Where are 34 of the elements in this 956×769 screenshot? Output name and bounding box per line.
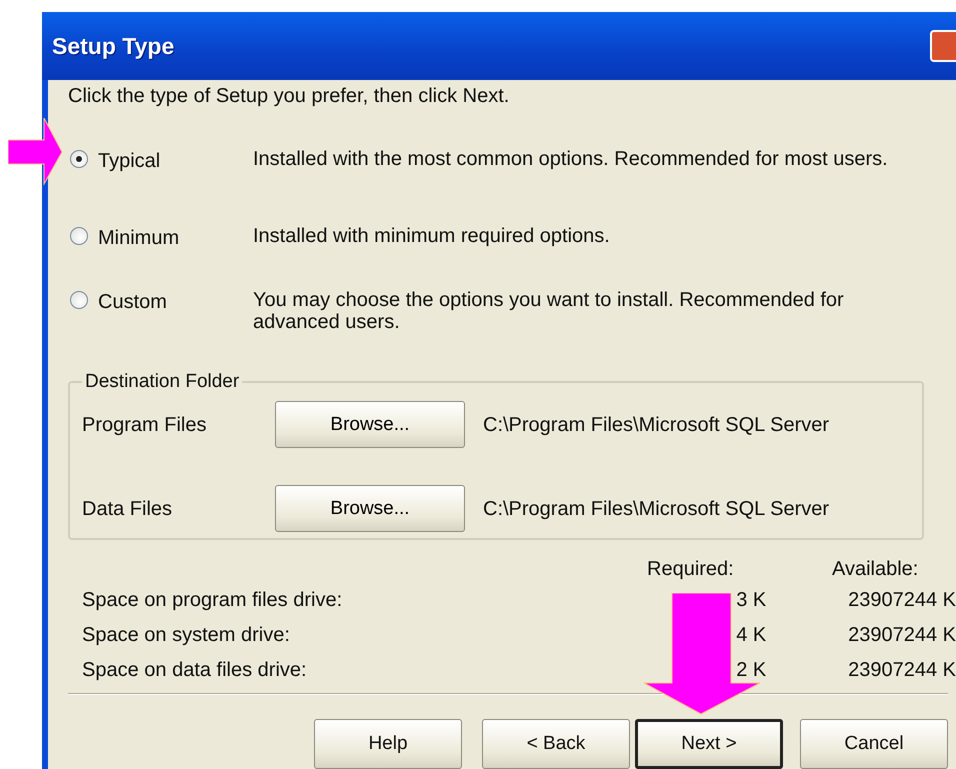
option-label[interactable]: Minimum	[88, 227, 253, 249]
required-value: 4 K	[735, 624, 766, 646]
window-title: Setup Type	[52, 35, 174, 57]
radio-button[interactable]	[70, 150, 88, 168]
field-label: Data Files	[82, 498, 174, 520]
option-description: Installed with the most common options. Recommended for most users.	[253, 148, 889, 170]
instruction-text: Click the type of Setup you prefer, then click Next.	[68, 85, 510, 107]
available-value: 23907244 K	[847, 624, 956, 646]
row-label: Space on program files drive:	[82, 589, 344, 611]
available-value: 23907244 K	[847, 659, 956, 681]
browse-button[interactable]: Browse...	[275, 401, 465, 448]
folder-path: C:\Program Files\Microsoft SQL Server	[483, 414, 830, 436]
dialog-button[interactable]: < Back	[482, 719, 630, 769]
required-value: 2 K	[735, 659, 766, 681]
radio-button[interactable]	[70, 291, 88, 309]
required-value: 3 K	[735, 589, 766, 611]
dialog-button[interactable]: Help	[314, 719, 462, 769]
close-button[interactable]	[930, 30, 956, 62]
row-label: Space on system drive:	[82, 624, 291, 646]
browse-button[interactable]: Browse...	[275, 485, 465, 532]
available-value: 23907244 K	[847, 589, 956, 611]
column-header: Available:	[832, 558, 918, 580]
field-label: Program Files	[82, 414, 208, 436]
row-label: Space on data files drive:	[82, 659, 308, 681]
dialog-button[interactable]: Cancel	[800, 719, 948, 769]
option-description: Installed with minimum required options.	[253, 225, 611, 247]
dialog-button[interactable]: Next >	[635, 719, 783, 769]
option-label[interactable]: Typical	[88, 150, 253, 172]
folder-path: C:\Program Files\Microsoft SQL Server	[483, 498, 830, 520]
radio-button[interactable]	[70, 227, 88, 245]
column-header: Required:	[647, 558, 735, 580]
option-description: You may choose the options you want to install. Recommended for advanced users.	[253, 289, 845, 333]
pointer-arrow	[8, 118, 64, 186]
option-label[interactable]: Custom	[88, 291, 253, 313]
